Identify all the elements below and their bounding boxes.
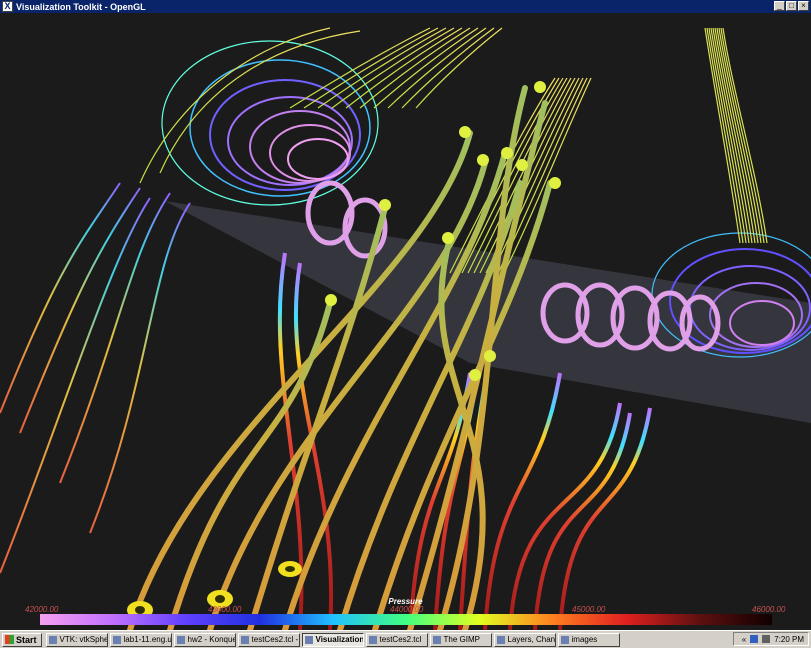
yellow-streamline [415,27,503,109]
seed-sphere [442,232,454,244]
seed-sphere [325,294,337,306]
task-label: Visualization ... [315,635,364,644]
system-tray: « 7:20 PM [732,632,809,646]
scalar-label-0: 42000.00 [25,605,59,614]
task-button-6[interactable]: The GIMP [429,632,492,647]
start-button[interactable]: Start [2,632,42,647]
start-label: Start [16,634,37,645]
thin-streamline [59,192,171,484]
task-label: VTK: vtkSpher... [59,635,107,644]
gimp-icon [496,635,505,644]
yellow-streamline [503,77,592,274]
yellow-streamline [139,27,331,184]
task-label: lab1-11.eng.ut... [123,635,172,644]
yellow-streamline [712,27,753,244]
vtk-icon [368,635,377,644]
task-button-4[interactable]: Visualization ... [301,632,364,647]
scalar-label-4: 46000.00 [752,605,786,614]
network-icon [750,635,759,643]
windows-logo-icon [5,635,14,644]
seed-sphere [469,369,481,381]
thin-streamline [0,197,151,574]
firefox-icon [48,635,57,644]
left-vortex [161,40,379,206]
scalar-label-3: 45000.00 [572,605,606,614]
seed-sphere [477,154,489,166]
scalar-bar [40,614,772,625]
tray-expand-icon[interactable]: « [742,635,746,644]
gimp-icon [432,635,441,644]
task-label: Layers, Chann... [507,635,556,644]
streamtube [167,300,333,630]
vtk-icon: X [2,1,13,12]
editor-icon [240,635,249,644]
taskbar: Start VTK: vtkSpher... lab1-11.eng.ut... h… [0,630,811,648]
yellow-streamline [387,27,487,109]
task-button-2[interactable]: hw2 - Konqueror [173,632,236,647]
seed-sphere [534,81,546,93]
scalar-label-1: 43000.00 [208,605,242,614]
scalar-label-2: 44000.00 [390,605,424,614]
maximize-button[interactable]: □ [786,1,797,11]
seed-sphere [549,177,561,189]
folder-icon [560,635,569,644]
task-button-0[interactable]: VTK: vtkSpher... [45,632,108,647]
thin-streamline [19,187,141,434]
task-button-1[interactable]: lab1-11.eng.ut... [109,632,172,647]
task-label: testCes2.tcl [379,635,422,644]
yellow-streamline [722,27,768,244]
render-viewport[interactable]: Pressure 42000.00 43000.00 44000.00 4500… [0,13,811,630]
vtk-icon [304,635,313,644]
task-button-8[interactable]: images [557,632,620,647]
streamline-scene[interactable] [0,13,811,630]
red-streamtube [483,372,562,630]
task-button-5[interactable]: testCes2.tcl [365,632,428,647]
close-button[interactable]: × [798,1,809,11]
seed-sphere [484,350,496,362]
seed-sphere [459,126,471,138]
seed-sphere [516,159,528,171]
terminal-icon [112,635,121,644]
task-label: images [571,635,598,644]
minimize-button[interactable]: _ [774,1,785,11]
task-label: The GIMP [443,635,480,644]
task-label: testCes2.tcl - ... [251,635,299,644]
task-list: VTK: vtkSpher... lab1-11.eng.ut... hw2 - K… [45,632,622,647]
window-titlebar[interactable]: X Visualization Toolkit - OpenGL _ □ × [0,0,811,13]
task-button-7[interactable]: Layers, Chann... [493,632,556,647]
seed-sphere [501,147,513,159]
window-title: Visualization Toolkit - OpenGL [16,1,146,12]
task-button-3[interactable]: testCes2.tcl - ... [237,632,300,647]
volume-icon[interactable] [762,635,771,643]
konqueror-icon [176,635,185,644]
thin-streamlines [0,182,191,574]
clock: 7:20 PM [774,634,804,644]
seed-sphere [379,199,391,211]
task-label: hw2 - Konqueror [187,635,235,644]
